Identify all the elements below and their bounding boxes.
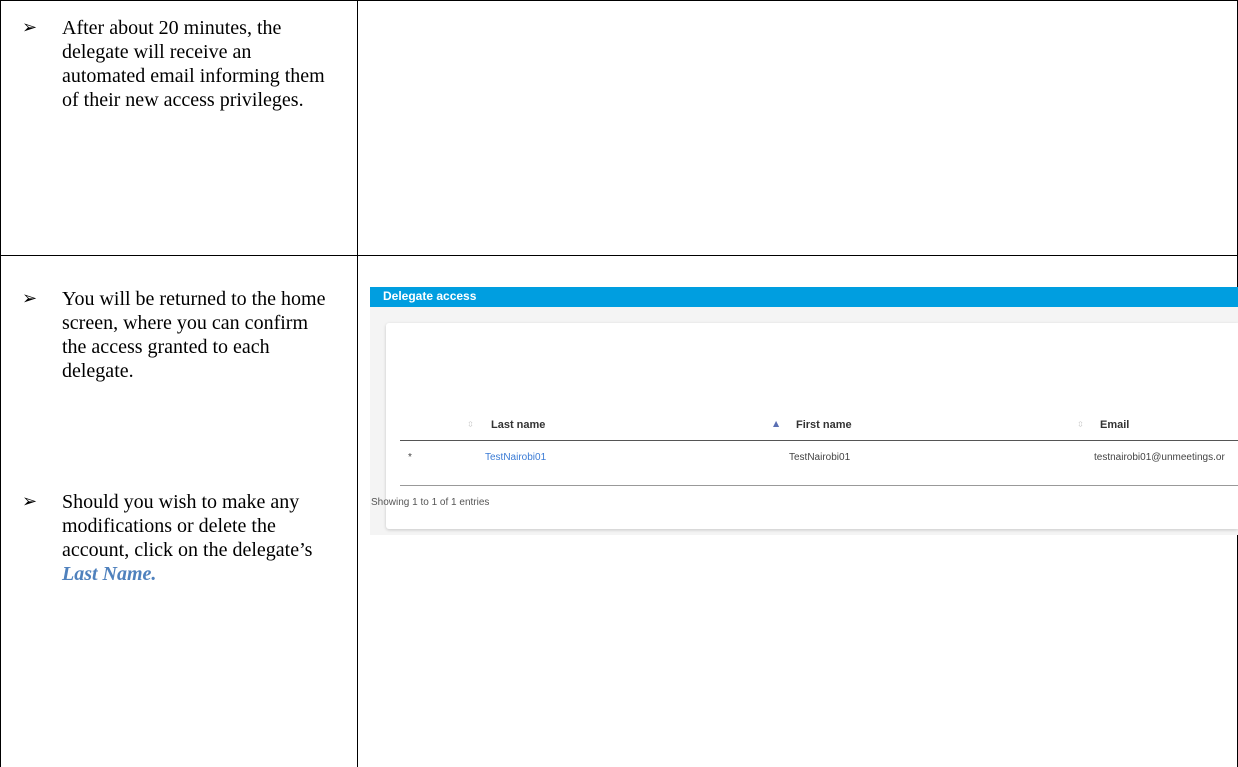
email-cell: testnairobi01@unmeetings.or bbox=[1094, 452, 1225, 463]
arrow-bullet-icon: ➢ bbox=[22, 288, 38, 309]
bullet-text: After about 20 minutes, the delegate wil… bbox=[62, 17, 325, 111]
first-name-cell: TestNairobi01 bbox=[789, 452, 851, 463]
sort-icon[interactable]: ⇳ bbox=[1077, 420, 1084, 429]
delegate-access-header: Delegate access bbox=[370, 287, 1238, 307]
entries-info: Showing 1 to 1 of 1 entries bbox=[371, 497, 490, 508]
column-header-email[interactable]: Email bbox=[1100, 419, 1129, 431]
bullet-text: Should you wish to make any modification… bbox=[62, 490, 332, 586]
table-bottom-border bbox=[400, 485, 1238, 486]
column-header-last-name[interactable]: Last name bbox=[491, 419, 545, 431]
table-row-divider bbox=[0, 255, 1238, 256]
last-name-link[interactable]: TestNairobi01 bbox=[485, 452, 546, 463]
arrow-bullet-icon: ➢ bbox=[22, 491, 38, 512]
table-border-top bbox=[0, 0, 1238, 1]
column-header-first-name[interactable]: First name bbox=[796, 419, 852, 431]
last-name-emphasis: Last Name. bbox=[62, 563, 157, 585]
row-marker: * bbox=[408, 452, 412, 463]
bullet-text-lead: Should you wish to make any modification… bbox=[62, 491, 313, 561]
bullet-text: You will be returned to the home screen,… bbox=[62, 288, 326, 382]
panel-title: Delegate access bbox=[383, 289, 477, 303]
header-underline bbox=[400, 440, 1238, 441]
sort-icon[interactable]: ⇳ bbox=[467, 420, 474, 429]
arrow-bullet-icon: ➢ bbox=[22, 17, 38, 38]
table-border-left bbox=[0, 0, 1, 767]
table-column-divider bbox=[357, 0, 358, 767]
sort-ascending-icon[interactable]: ▲ bbox=[773, 419, 779, 428]
